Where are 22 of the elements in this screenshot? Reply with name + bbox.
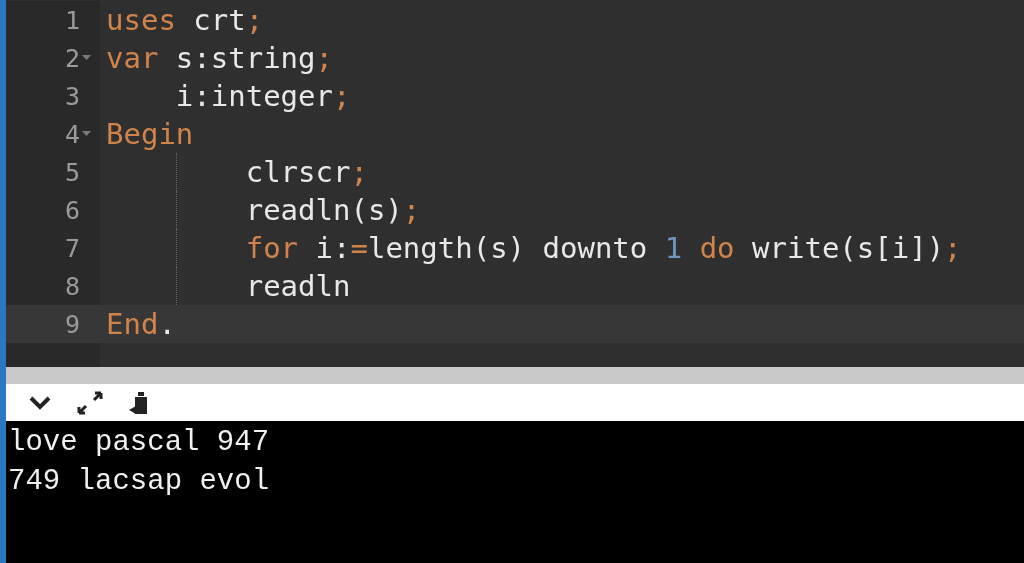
line-number: 5 [64, 157, 80, 187]
code-text: End. [106, 307, 176, 341]
code-text: readln [244, 269, 351, 303]
line-number: 4 [64, 119, 80, 149]
code-text: clrscr; [244, 155, 368, 189]
line-number: 3 [64, 81, 80, 111]
fold-icon[interactable] [82, 131, 91, 137]
code-text: uses crt; [106, 3, 264, 37]
code-text: readln(s); [244, 193, 421, 227]
console-output-line: 749 lacsap evol [7, 464, 271, 500]
line-number: 6 [64, 195, 80, 225]
line-number: 7 [64, 233, 80, 263]
line-number: 2 [64, 43, 80, 73]
console-output-line: love pascal 947 [7, 425, 271, 461]
code-text: Begin [106, 117, 194, 151]
code-text: i:integer; [174, 79, 351, 113]
code-text: for i:=length(s) downto 1 do write(s[i]); [244, 231, 962, 265]
line-number: 9 [64, 309, 80, 339]
code-text: var s:string; [106, 41, 333, 75]
fold-icon[interactable] [82, 55, 91, 61]
line-number: 8 [64, 271, 80, 301]
line-number: 1 [64, 5, 80, 35]
